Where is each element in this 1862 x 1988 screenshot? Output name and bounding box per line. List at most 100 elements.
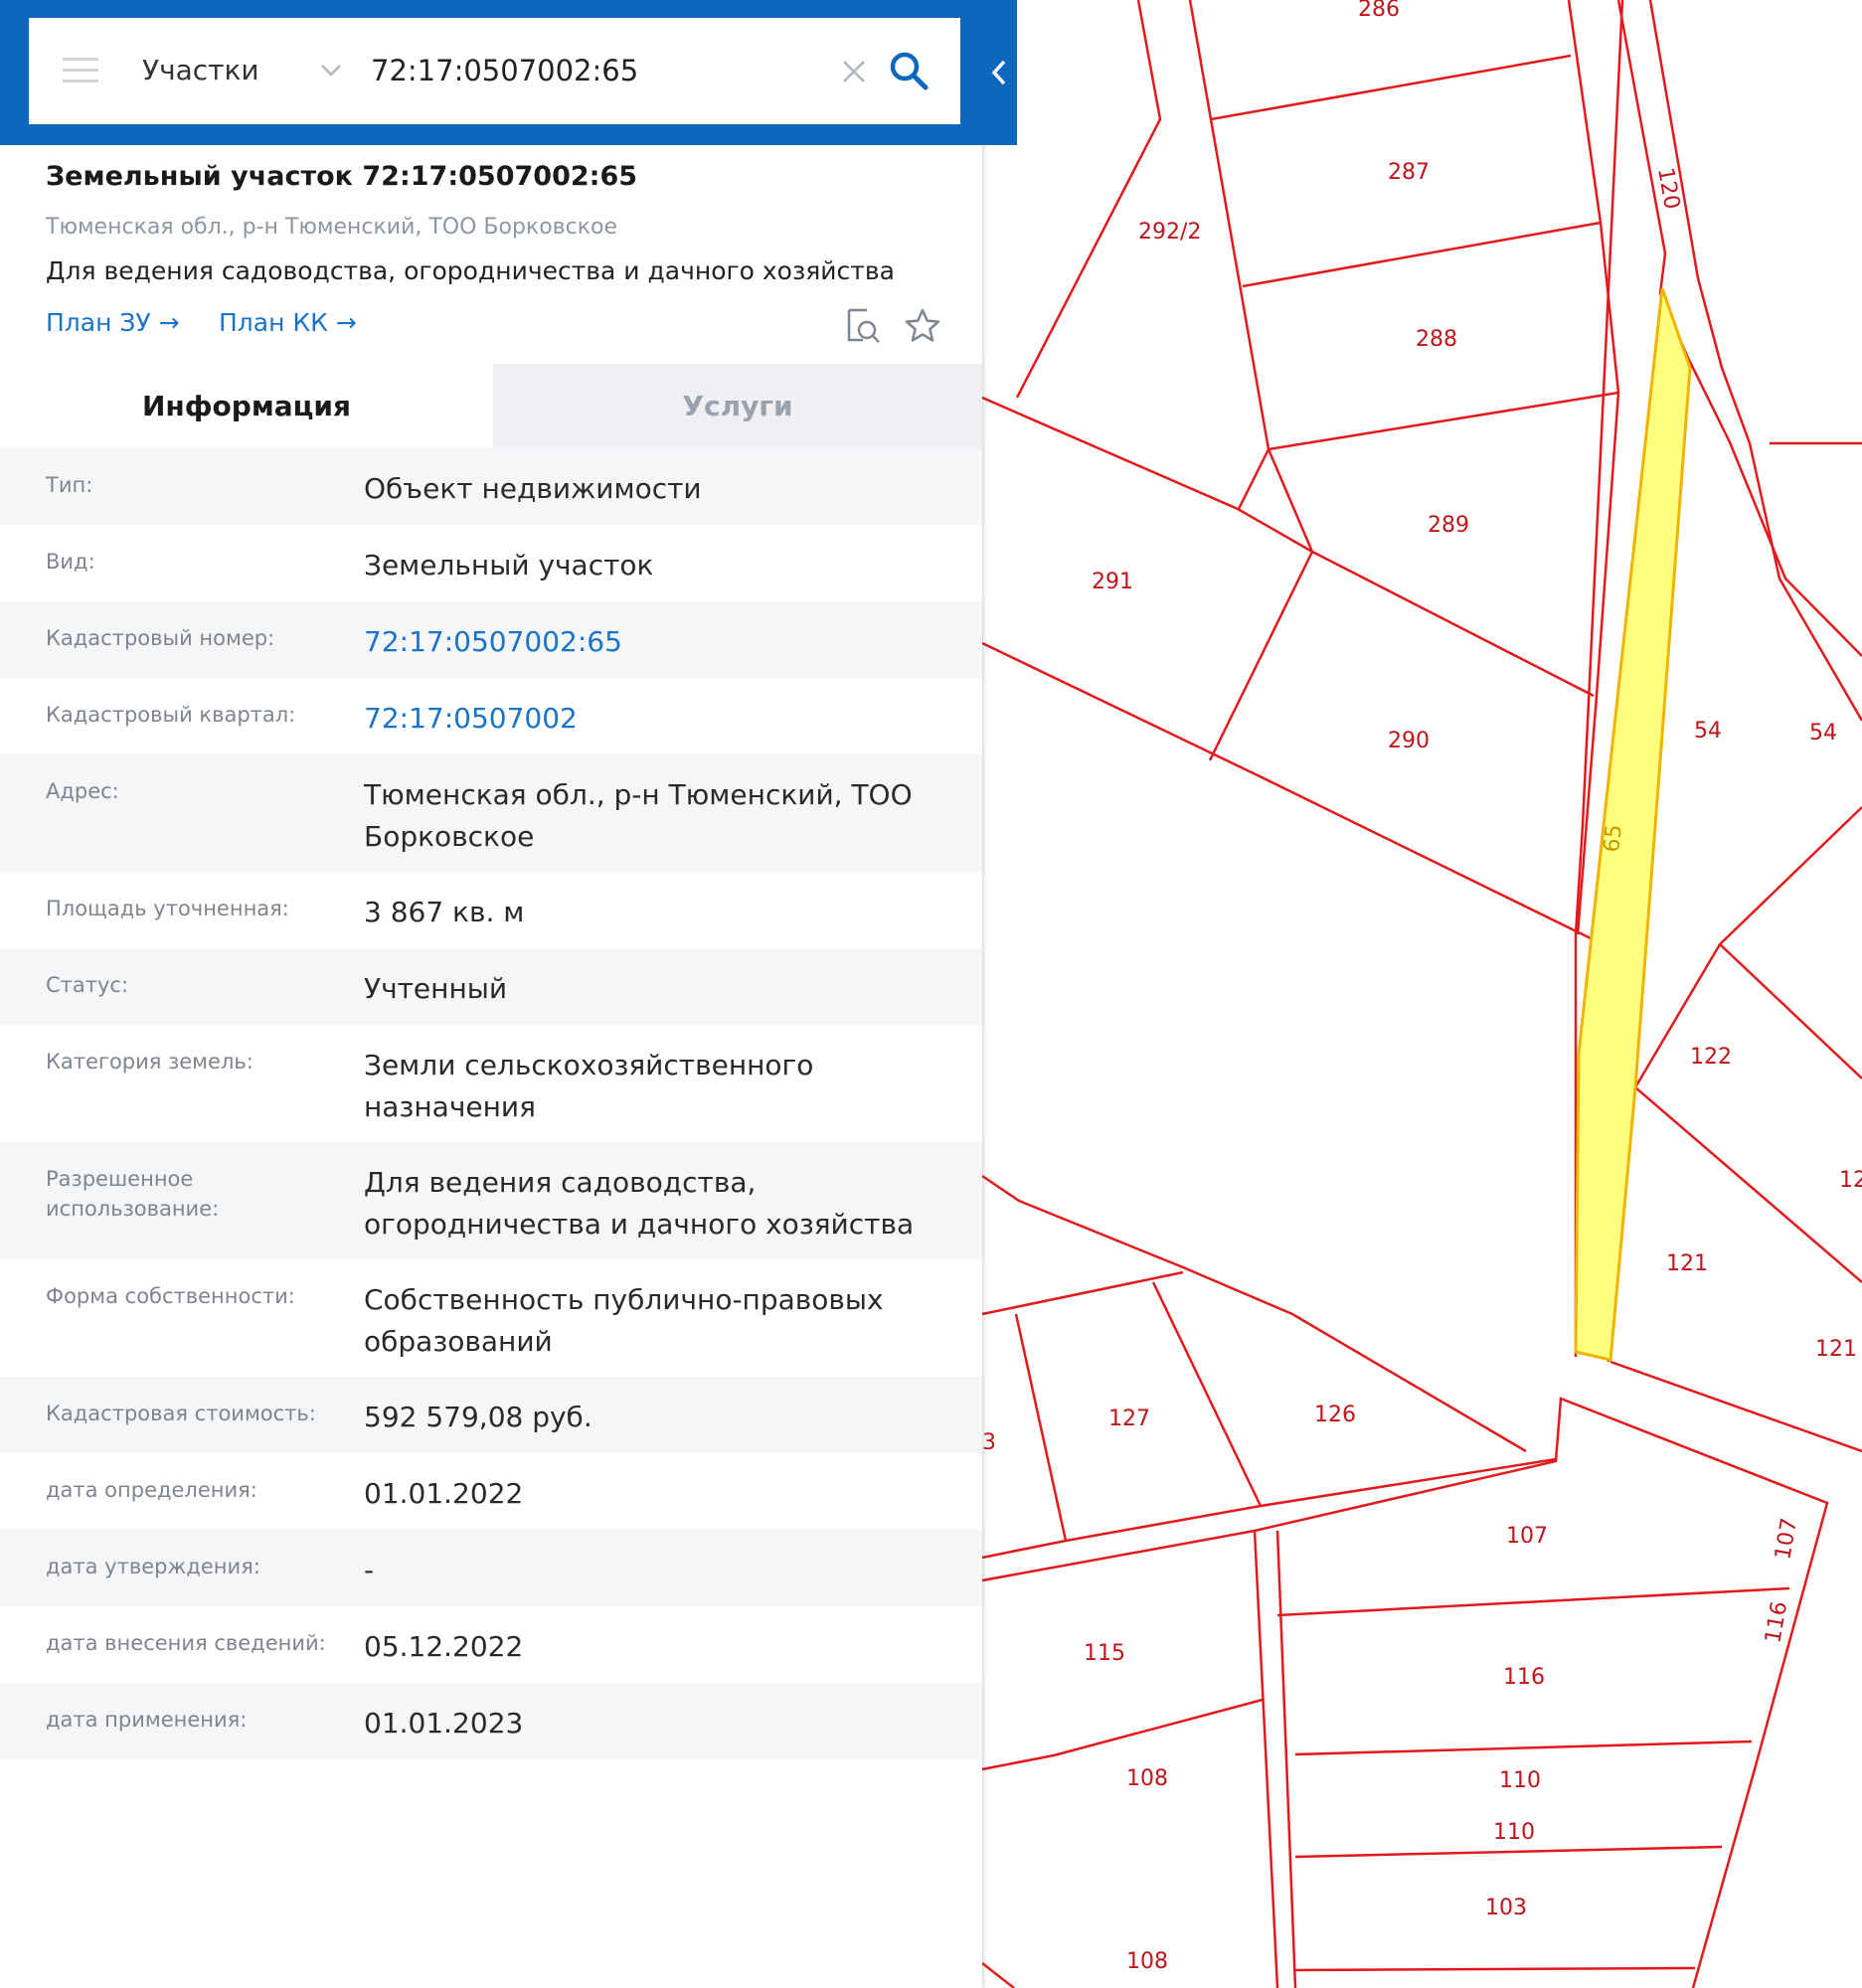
search-box: Участки: [29, 18, 960, 124]
parcel-label: 127: [1108, 1407, 1150, 1431]
info-value: Объект недвижимости: [364, 472, 702, 505]
info-label: Кадастровый квартал:: [46, 703, 296, 727]
info-label: дата утверждения:: [46, 1555, 260, 1578]
info-label: Статус:: [46, 973, 129, 997]
info-label: Кадастровый номер:: [46, 626, 275, 650]
info-label: Тип:: [46, 473, 93, 497]
document-search-icon: [847, 308, 880, 343]
hamburger-icon: [63, 80, 98, 83]
search-button[interactable]: [886, 48, 931, 93]
info-table: Тип: Объект недвижимости Вид: Земельный …: [0, 448, 982, 1759]
parcel-label: 103: [1485, 1896, 1527, 1920]
info-row-cadastral-number: Кадастровый номер: 72:17:0507002:65: [0, 601, 982, 678]
parcel-label: 288: [1416, 327, 1457, 352]
search-category-select[interactable]: Участки: [142, 52, 259, 89]
parcel-label: 107: [1506, 1524, 1548, 1549]
search-icon: [890, 52, 929, 90]
plan-kk-link[interactable]: План КК →: [219, 308, 357, 337]
chevron-down-icon: [321, 65, 341, 77]
info-value: 01.01.2023: [364, 1707, 524, 1740]
tab-services[interactable]: Услуги: [493, 364, 982, 448]
close-icon: [843, 61, 865, 83]
info-row-area: Площадь уточненная: 3 867 кв. м: [0, 872, 982, 948]
cadastral-number-link[interactable]: 72:17:0507002:65: [364, 621, 960, 663]
info-row-date-determined: дата определения: 01.01.2022: [0, 1453, 982, 1530]
search-bar: Участки: [0, 0, 1017, 145]
info-row-kind: Вид: Земельный участок: [0, 525, 982, 601]
info-value: -: [364, 1554, 375, 1586]
parcel-label: 65: [1600, 823, 1627, 853]
parcel-label: 116: [1503, 1665, 1545, 1690]
info-row-ownership: Форма собственности: Собственность публи…: [0, 1259, 982, 1377]
plan-zu-link[interactable]: План ЗУ →: [46, 308, 180, 337]
info-value: 3 867 кв. м: [364, 896, 525, 928]
hamburger-icon: [63, 69, 98, 72]
chevron-left-icon: [991, 60, 1006, 85]
category-dropdown-button[interactable]: [316, 56, 346, 85]
collapse-panel-button[interactable]: [982, 50, 1017, 95]
info-row-land-category: Категория земель: Земли сельскохозяйстве…: [0, 1025, 982, 1142]
info-value: 01.01.2022: [364, 1477, 524, 1510]
parcel-label: 292/2: [1138, 220, 1201, 245]
hamburger-icon: [63, 58, 98, 61]
info-value: 05.12.2022: [364, 1630, 524, 1663]
info-row-date-applied: дата применения: 01.01.2023: [0, 1683, 982, 1759]
favorite-button[interactable]: [903, 306, 942, 346]
info-label: Категория земель:: [46, 1050, 254, 1074]
parcel-use: Для ведения садоводства, огородничества …: [46, 256, 895, 285]
info-label: Форма собственности:: [46, 1284, 295, 1308]
info-label: Площадь уточненная:: [46, 897, 289, 920]
parcel-label: 126: [1314, 1403, 1356, 1427]
parcel-label: 121: [1815, 1337, 1857, 1362]
info-panel: Земельный участок 72:17:0507002:65 Тюмен…: [0, 0, 982, 1988]
info-value: Земли сельскохозяйственного назначения: [364, 1049, 814, 1123]
document-search-button[interactable]: [843, 306, 883, 346]
parcel-label: 290: [1388, 729, 1430, 753]
info-row-cadastral-cost: Кадастровая стоимость: 592 579,08 руб.: [0, 1377, 982, 1453]
parcel-title: Земельный участок 72:17:0507002:65: [46, 161, 638, 192]
parcel-label: 110: [1493, 1820, 1535, 1845]
parcel-label: 54: [1809, 721, 1837, 746]
info-row-address: Адрес: Тюменская обл., р-н Тюменский, ТО…: [0, 754, 982, 872]
info-value: Собственность публично-правовых образова…: [364, 1283, 884, 1358]
info-value: Земельный участок: [364, 549, 654, 581]
parcel-label: 3: [982, 1430, 996, 1455]
info-value: Тюменская обл., р-н Тюменский, ТОО Борко…: [364, 778, 913, 853]
parcel-label: 12: [1839, 1168, 1862, 1193]
info-value: Учтенный: [364, 972, 508, 1005]
info-row-cadastral-quarter: Кадастровый квартал: 72:17:0507002: [0, 678, 982, 754]
panel-tabs: Информация Услуги: [0, 364, 982, 448]
tab-information[interactable]: Информация: [0, 364, 493, 448]
info-label: Адрес:: [46, 779, 119, 803]
parcel-address: Тюменская обл., р-н Тюменский, ТОО Борко…: [46, 215, 618, 240]
info-row-permitted-use: Разрешенное использование: Для ведения с…: [0, 1142, 982, 1259]
parcel-label: 110: [1499, 1768, 1541, 1793]
info-label: дата применения:: [46, 1708, 248, 1732]
info-value: Для ведения садоводства, огородничества …: [364, 1166, 915, 1241]
info-label: дата внесения сведений:: [46, 1631, 326, 1655]
search-input[interactable]: [371, 46, 838, 95]
info-label: Кадастровая стоимость:: [46, 1402, 316, 1425]
parcel-label: 115: [1084, 1641, 1125, 1666]
info-label: дата определения:: [46, 1478, 257, 1502]
parcel-label: 286: [1358, 0, 1400, 22]
parcel-label: 291: [1092, 570, 1133, 594]
info-label: Вид:: [46, 550, 95, 574]
info-row-date-entered: дата внесения сведений: 05.12.2022: [0, 1606, 982, 1683]
info-row-status: Статус: Учтенный: [0, 948, 982, 1025]
parcel-label: 54: [1694, 719, 1722, 744]
parcel-label: 121: [1666, 1251, 1708, 1276]
menu-button[interactable]: [63, 56, 98, 85]
star-icon: [905, 308, 940, 342]
parcel-label: 108: [1126, 1766, 1168, 1791]
cadastral-quarter-link[interactable]: 72:17:0507002: [364, 698, 960, 740]
info-row-date-approved: дата утверждения: -: [0, 1530, 982, 1606]
parcel-label: 108: [1126, 1949, 1168, 1974]
info-row-type: Тип: Объект недвижимости: [0, 448, 982, 525]
parcel-label: 289: [1428, 513, 1469, 538]
info-value: 592 579,08 руб.: [364, 1401, 592, 1433]
info-label: Разрешенное использование:: [46, 1167, 220, 1221]
clear-search-button[interactable]: [838, 56, 870, 87]
parcel-label: 122: [1690, 1045, 1732, 1070]
parcel-label: 287: [1388, 160, 1430, 185]
